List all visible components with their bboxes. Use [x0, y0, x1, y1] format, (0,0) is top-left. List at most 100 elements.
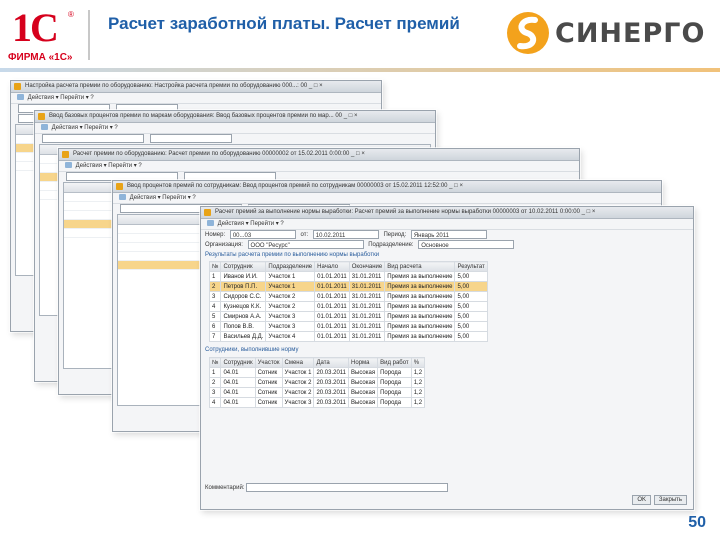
table-cell: Кузнецов К.К.	[220, 301, 267, 312]
logo-registered-mark: ®	[68, 10, 74, 19]
column-header[interactable]: №	[208, 357, 222, 368]
window-titlebar[interactable]: Расчет премий за выполнение нормы вырабо…	[201, 207, 693, 219]
table-row[interactable]: 3 04.01 Сотник Участок 2 20.03.2011 Высокая По…	[208, 387, 426, 398]
org-field[interactable]: ООО "Ресурс"	[247, 240, 364, 249]
column-header[interactable]: №	[208, 261, 222, 272]
table-cell: Высокая	[348, 367, 379, 378]
toolbar-icon[interactable]	[41, 124, 48, 131]
column-header[interactable]: Участок	[254, 357, 283, 368]
toolbar-icon[interactable]	[207, 220, 214, 227]
column-header[interactable]: Подразделение	[265, 261, 316, 272]
table-cell: 1,2	[410, 397, 426, 408]
column-header[interactable]: Дата	[313, 357, 350, 368]
table-cell: 20.03.2011	[313, 367, 350, 378]
column-header[interactable]: Смена	[281, 357, 315, 368]
table-cell: 5,00	[454, 271, 488, 282]
comment-label: Комментарий:	[205, 485, 245, 492]
table-cell: 6	[208, 321, 222, 332]
column-header[interactable]: Сотрудник	[220, 261, 267, 272]
table-cell: Участок 4	[265, 331, 316, 342]
table-cell: Премия за выполнение	[384, 281, 456, 292]
table-cell: 20.03.2011	[313, 397, 350, 408]
column-header[interactable]: Начало	[314, 261, 350, 272]
table-cell: Порода	[377, 377, 412, 388]
column-header[interactable]: Сотрудник	[220, 357, 256, 368]
column-header[interactable]: Результат	[454, 261, 488, 272]
text-field[interactable]	[150, 134, 232, 143]
logo-1c-caption: ФИРМА «1С»	[8, 52, 73, 63]
section-employees: Сотрудники, выполнившие норму	[205, 347, 299, 353]
toolbar-actions[interactable]: Действия ▾ Перейти ▾ ?	[52, 125, 118, 131]
column-header[interactable]: %	[410, 357, 426, 368]
table-cell: Премия за выполнение	[384, 331, 456, 342]
toolbar-actions[interactable]: Действия ▾ Перейти ▾ ?	[130, 195, 196, 201]
window-bonus-calc-output-norm: Расчет премий за выполнение нормы вырабо…	[200, 206, 694, 510]
table-cell: Порода	[377, 397, 412, 408]
toolbar-icon[interactable]	[17, 94, 24, 101]
table-cell: Смирнов А.А.	[220, 311, 267, 322]
comment-input[interactable]	[246, 483, 449, 492]
window-title: Ввод базовых процентов премии по маркам …	[49, 113, 358, 119]
column-header[interactable]: Вид работ	[377, 357, 412, 368]
table-cell: 01.01.2011	[314, 291, 350, 302]
window-toolbar[interactable]: Действия ▾ Перейти ▾ ?	[11, 93, 381, 104]
table-row[interactable]: 6 Попов В.В. Участок 3 01.01.2011 31.01.2011…	[208, 321, 488, 332]
table-cell: 3	[208, 387, 222, 398]
column-header[interactable]: Окончание	[348, 261, 386, 272]
table-cell: Премия за выполнение	[384, 321, 456, 332]
window-toolbar[interactable]: Действия ▾ Перейти ▾ ?	[35, 123, 435, 134]
table-row[interactable]: 2 Петров П.П. Участок 1 01.01.2011 31.01.201…	[208, 281, 488, 292]
table-row[interactable]: 5 Смирнов А.А. Участок 3 01.01.2011 31.01.20…	[208, 311, 488, 322]
dept-label: Подразделение:	[368, 242, 414, 249]
table-cell: Иванов И.И.	[220, 271, 267, 282]
table-cell: Участок 3	[265, 321, 316, 332]
table-row[interactable]: 1 04.01 Сотник Участок 1 20.03.2011 Высокая По…	[208, 367, 426, 378]
table-row[interactable]: 4 Кузнецов К.К. Участок 2 01.01.2011 31.01.2…	[208, 301, 488, 312]
toolbar-icon[interactable]	[119, 194, 126, 201]
table-cell: Участок 2	[265, 291, 316, 302]
number-field[interactable]: 00...03	[229, 230, 296, 239]
table-cell: Высокая	[348, 377, 379, 388]
table-row[interactable]: 3 Сидоров С.С. Участок 2 01.01.2011 31.01.20…	[208, 291, 488, 302]
table-cell: 04.01	[220, 397, 256, 408]
window-titlebar[interactable]: Ввод базовых процентов премии по маркам …	[35, 111, 435, 123]
table-cell: 04.01	[220, 367, 256, 378]
table-cell: 1,2	[410, 387, 426, 398]
employees-table[interactable]: № Сотрудник Участок Смена Дата Норма Вид работ…	[208, 357, 426, 408]
toolbar-icon[interactable]	[65, 162, 72, 169]
toolbar-actions[interactable]: Действия ▾ Перейти ▾ ?	[28, 95, 94, 101]
table-cell: Сотник	[254, 367, 283, 378]
date-field[interactable]: 10.02.2011	[312, 230, 379, 239]
close-button[interactable]: Закрыть	[653, 495, 687, 505]
window-toolbar[interactable]: Действия ▾ Перейти ▾ ?	[113, 193, 661, 204]
table-row[interactable]: 2 04.01 Сотник Участок 2 20.03.2011 Высокая По…	[208, 377, 426, 388]
table-cell: 3	[208, 291, 222, 302]
table-cell: 4	[208, 301, 222, 312]
table-cell: Васильев Д.Д.	[220, 331, 267, 342]
column-header[interactable]: Вид расчета	[384, 261, 456, 272]
window-title: Расчет премии по оборудованию: Расчет пр…	[73, 151, 365, 157]
period-field[interactable]: Январь 2011	[410, 230, 487, 239]
table-row[interactable]: 7 Васильев Д.Д. Участок 4 01.01.2011 31.01.2…	[208, 331, 488, 342]
text-field[interactable]	[42, 134, 144, 143]
toolbar-actions[interactable]: Действия ▾ Перейти ▾ ?	[218, 221, 284, 227]
table-row[interactable]: 4 04.01 Сотник Участок 3 20.03.2011 Высокая По…	[208, 397, 426, 408]
toolbar-actions[interactable]: Действия ▾ Перейти ▾ ?	[76, 163, 142, 169]
column-header[interactable]: Норма	[348, 357, 379, 368]
table-cell: 31.01.2011	[348, 281, 386, 292]
table-row[interactable]: 1 Иванов И.И. Участок 1 01.01.2011 31.01.201…	[208, 271, 488, 282]
window-toolbar[interactable]: Действия ▾ Перейти ▾ ?	[59, 161, 579, 172]
date-label: от:	[300, 232, 309, 239]
ok-button[interactable]: OK	[632, 495, 651, 505]
table-cell: Порода	[377, 367, 412, 378]
window-titlebar[interactable]: Расчет премии по оборудованию: Расчет пр…	[59, 149, 579, 161]
window-toolbar[interactable]: Действия ▾ Перейти ▾ ?	[201, 219, 693, 230]
window-titlebar[interactable]: Ввод процентов премий по сотрудникам: Вв…	[113, 181, 661, 193]
dept-field[interactable]: Основное	[418, 240, 515, 249]
window-titlebar[interactable]: Настройка расчета премии по оборудованию…	[11, 81, 381, 93]
table-cell: 01.01.2011	[314, 321, 350, 332]
field-row-number: Номер: 00...03 от: 10.02.2011 Период: Ян…	[201, 230, 693, 240]
table-cell: 31.01.2011	[348, 291, 386, 302]
results-table[interactable]: № Сотрудник Подразделение Начало Окончание Ви…	[208, 261, 488, 342]
table-cell: 5,00	[454, 321, 488, 332]
